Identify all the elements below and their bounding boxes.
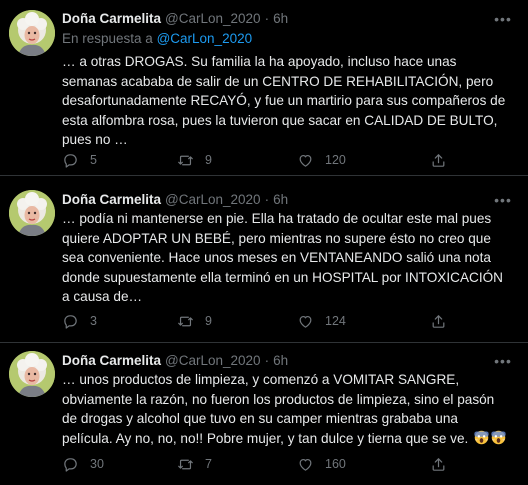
author-name[interactable]: Doña Carmelita	[62, 192, 161, 207]
reply-icon	[64, 314, 77, 329]
reply-button[interactable]: 30	[62, 454, 104, 474]
tweet-text: … podía ni mantenerse en pie. Ella ha tr…	[62, 211, 503, 304]
reply-button[interactable]: 3	[62, 311, 97, 331]
heart-icon	[299, 154, 312, 167]
reply-count: 5	[90, 153, 97, 167]
tweet-header: Doña Carmelita @CarLon_2020 · 6h	[62, 189, 488, 209]
heart-icon	[299, 458, 312, 471]
avatar[interactable]	[9, 10, 55, 56]
retweet-count: 9	[205, 314, 212, 328]
tweet[interactable]: Doña Carmelita @CarLon_2020 · 6h ••• En …	[0, 0, 528, 175]
tweet-text-container: … unos productos de limpieza, y comenzó …	[62, 370, 510, 448]
author-handle[interactable]: @CarLon_2020	[165, 353, 261, 368]
separator-dot: ·	[264, 352, 270, 368]
tweet-header: Doña Carmelita @CarLon_2020 · 6h	[62, 350, 488, 370]
retweet-icon	[178, 459, 193, 469]
tweet-text: … unos productos de limpieza, y comenzó …	[62, 372, 495, 446]
share-button[interactable]	[430, 454, 447, 474]
tweet[interactable]: Doña Carmelita @CarLon_2020 · 6h ••• … p…	[0, 176, 528, 342]
tweet-timestamp[interactable]: 6h	[273, 353, 288, 368]
more-options-icon[interactable]: •••	[492, 353, 514, 369]
more-options-icon[interactable]: •••	[492, 192, 514, 208]
reply-count: 30	[90, 457, 104, 471]
tweet-actions: 3 9 124	[62, 311, 462, 331]
reply-icon	[64, 457, 77, 472]
retweet-count: 7	[205, 457, 212, 471]
tweet-actions: 30 7 160	[62, 454, 462, 474]
retweet-button[interactable]: 9	[177, 311, 212, 331]
like-count: 124	[325, 314, 346, 328]
like-button[interactable]: 124	[297, 311, 346, 331]
reply-handle-link[interactable]: @CarLon_2020	[157, 31, 253, 46]
author-name[interactable]: Doña Carmelita	[62, 353, 161, 368]
reply-prefix: En respuesta a	[62, 31, 153, 46]
reply-count: 3	[90, 314, 97, 328]
retweet-button[interactable]: 9	[177, 150, 212, 170]
reply-button[interactable]: 5	[62, 150, 97, 170]
like-button[interactable]: 120	[297, 150, 346, 170]
avatar[interactable]	[9, 190, 55, 236]
tweet-actions: 5 9 120	[62, 150, 462, 170]
retweet-button[interactable]: 7	[177, 454, 212, 474]
author-name[interactable]: Doña Carmelita	[62, 11, 161, 26]
tweet-text: … a otras DROGAS. Su familia la ha apoya…	[62, 54, 506, 147]
share-button[interactable]	[430, 150, 447, 170]
separator-dot: ·	[264, 10, 270, 26]
more-options-icon[interactable]: •••	[492, 11, 514, 27]
like-count: 160	[325, 457, 346, 471]
like-button[interactable]: 160	[297, 454, 346, 474]
retweet-icon	[178, 155, 193, 165]
like-count: 120	[325, 153, 346, 167]
retweet-count: 9	[205, 153, 212, 167]
author-handle[interactable]: @CarLon_2020	[165, 192, 261, 207]
share-icon	[432, 457, 445, 471]
tweet[interactable]: Doña Carmelita @CarLon_2020 · 6h ••• … u…	[0, 343, 528, 485]
author-handle[interactable]: @CarLon_2020	[165, 11, 261, 26]
share-icon	[432, 314, 445, 328]
heart-icon	[299, 315, 312, 328]
share-icon	[432, 153, 445, 167]
avatar[interactable]	[9, 351, 55, 397]
reply-icon	[64, 153, 77, 168]
screaming-face-icon	[472, 430, 506, 446]
reply-context: En respuesta a @CarLon_2020	[62, 31, 252, 46]
separator-dot: ·	[264, 191, 270, 207]
share-button[interactable]	[430, 311, 447, 331]
tweet-timestamp[interactable]: 6h	[273, 11, 288, 26]
tweet-header: Doña Carmelita @CarLon_2020 · 6h	[62, 8, 488, 28]
retweet-icon	[178, 316, 193, 326]
tweet-timestamp[interactable]: 6h	[273, 192, 288, 207]
